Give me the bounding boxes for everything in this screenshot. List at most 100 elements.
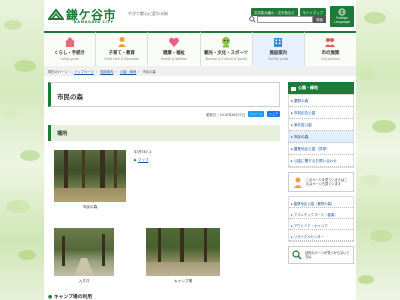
nav-label-en: City policies xyxy=(321,57,340,61)
related-item-label: アスレチックコース（健康） xyxy=(293,212,338,217)
globe-icon xyxy=(338,8,346,16)
page-meta: 更新日：2018年6月25日 ツイート シェア xyxy=(48,111,280,117)
utility-links: 文字拡大縮小・文字色など サイトマップ xyxy=(250,8,326,16)
sidebar-item-label: 市制記念公園 xyxy=(293,111,316,115)
photo-caption: キャンプ場 xyxy=(174,279,192,283)
sidebar-item[interactable]: ▸市制記念公園 xyxy=(289,107,353,119)
photo-caption: 入り口 xyxy=(78,279,90,283)
bullet-icon: ▸ xyxy=(291,223,293,228)
updated-date: 更新日：2018年6月25日 xyxy=(206,112,245,117)
breadcrumb-link-parks[interactable]: 公園・緑地 xyxy=(120,70,136,74)
bullet-icon: ▸ xyxy=(291,123,293,127)
breadcrumb-link-facility[interactable]: 施設案内 xyxy=(100,70,113,74)
person-icon xyxy=(294,177,302,188)
nav-label-en: Child care & Education xyxy=(104,57,140,61)
share-button[interactable]: シェア xyxy=(266,111,280,117)
entrance-photo xyxy=(54,228,114,276)
main-content: 市民の森 更新日：2018年6月25日 ツイート シェア 場所 市民の森 中沢7… xyxy=(48,82,280,300)
search-button[interactable]: 検索 xyxy=(313,16,326,23)
nav-label-en: Tourism & Culture & Sports xyxy=(205,57,248,61)
sidebar-item-label: 東初富公園 xyxy=(293,123,312,127)
heart-icon xyxy=(168,37,179,47)
breadcrumb-current: 市民の森 xyxy=(142,70,156,74)
page-not-found-link[interactable]: 目的のページが見つからないときは xyxy=(288,246,354,264)
child-icon xyxy=(117,37,126,47)
nav-tourism[interactable]: 観光・文化・スポーツ Tourism & Culture & Sports xyxy=(199,31,252,66)
bullet-icon: ▶ xyxy=(134,158,137,162)
sidebar-item-label: 粟野の森 xyxy=(293,99,309,103)
related-item-label: リサイクルセンター xyxy=(293,234,325,239)
background-foliage-left xyxy=(0,0,44,300)
text-size-button[interactable]: 文字拡大縮小・文字色など xyxy=(250,8,298,16)
bullet-icon: ▸ xyxy=(291,201,293,206)
related-item[interactable]: ▸アスレチックコース（健康） xyxy=(289,208,353,219)
search-bar: 検索 xyxy=(249,16,326,23)
related-item[interactable]: ▸アウトドア・キャンプ xyxy=(289,219,353,230)
sidebar-item-label: 農業地区公園（貝塚） xyxy=(293,147,330,151)
nav-living[interactable]: くらし・手続き Living guide xyxy=(44,31,96,66)
search-input[interactable] xyxy=(257,16,314,23)
nav-label: 市の施策 xyxy=(321,51,340,56)
nav-label-en: Facility guide xyxy=(268,57,289,61)
nav-childcare[interactable]: 子育て・教育 Child care & Education xyxy=(95,31,148,66)
sidebar-heading: 公園・緑地 xyxy=(288,82,354,94)
related-pages-box: このページを見ている人はこんなページも見ています xyxy=(288,172,354,192)
forest-photo xyxy=(54,150,126,202)
campsite-photo xyxy=(146,228,220,276)
nav-label: 健康・福祉 xyxy=(162,51,185,56)
sidebar-item[interactable]: ▸農業地区公園（貝塚） xyxy=(289,143,353,155)
breadcrumb-separator: › xyxy=(115,70,117,74)
nav-label: 施設案内 xyxy=(269,51,288,56)
nav-label: 観光・文化・スポーツ xyxy=(204,51,249,56)
sidebar-item-current[interactable]: ▸市民の森 xyxy=(289,131,353,143)
city-emblem-icon xyxy=(48,8,64,20)
sidebar-item[interactable]: ▸粟野の森 xyxy=(289,95,353,107)
location-content: 市民の森 中沢787-1 ▶マップ 入り口 キャンプ場 ● キャンプ場の利用 xyxy=(48,141,280,300)
nav-facility[interactable]: 施設案内 Facility guide xyxy=(251,31,304,66)
nav-health[interactable]: 健康・福祉 Health & Welfare xyxy=(147,31,200,66)
foreign-language-button[interactable]: Foreign Language xyxy=(330,6,354,27)
breadcrumb-current-label: 現在のページ xyxy=(48,70,68,74)
site-header: 鎌ケ谷市 KAMAGAYA CITY やがて都心に変わる街 文字拡大縮小・文字色… xyxy=(44,0,356,31)
page-title: 市民の森 xyxy=(48,82,280,107)
nav-label-en: Living guide xyxy=(60,57,79,61)
bullet-icon: ▸ xyxy=(291,147,293,151)
section-heading-camp: ● キャンプ場の利用 xyxy=(48,293,92,300)
nav-label-en: Health & Welfare xyxy=(160,57,188,61)
sitemap-button[interactable]: サイトマップ xyxy=(299,8,326,16)
nav-label: 子育て・教育 xyxy=(108,51,135,56)
bullet-icon: ▸ xyxy=(291,159,293,163)
sidebar-heading-label: 公園・緑地 xyxy=(298,85,318,90)
breadcrumb-link-top[interactable]: トップページ xyxy=(74,70,94,74)
nav-policy[interactable]: 市の施策 City policies xyxy=(303,31,357,66)
sidebar-item-label: 公園に関するお問い合わせ xyxy=(293,159,337,163)
nav-label: くらし・手続き xyxy=(54,51,85,56)
map-link[interactable]: ▶マップ xyxy=(134,158,149,163)
sidebar-item[interactable]: ▸東初富公園 xyxy=(289,119,353,131)
breadcrumb-separator: › xyxy=(95,70,98,74)
tweet-button[interactable]: ツイート xyxy=(247,111,264,117)
house-icon xyxy=(64,37,75,47)
sidebar-item[interactable]: ▸公園に関するお問い合わせ xyxy=(289,155,353,167)
site-logo[interactable]: 鎌ケ谷市 KAMAGAYA CITY xyxy=(48,6,126,26)
address-text: 中沢787-1 xyxy=(134,150,152,154)
bullet-icon: ▸ xyxy=(291,234,293,239)
people-icon xyxy=(325,38,336,47)
global-nav: くらし・手続き Living guide 子育て・教育 Child care &… xyxy=(44,31,357,66)
logo-english: KAMAGAYA CITY xyxy=(74,20,114,24)
related-item[interactable]: ▸リサイクルセンター xyxy=(289,230,353,241)
building-icon xyxy=(274,38,283,47)
bullet-icon: ▸ xyxy=(291,212,293,217)
search-icon xyxy=(249,16,256,23)
page-container: 鎌ケ谷市 KAMAGAYA CITY やがて都心に変わる街 文字拡大縮小・文字色… xyxy=(44,0,357,300)
bullet-icon: ▸ xyxy=(291,99,293,103)
site-tagline: やがて都心に変わる街 xyxy=(128,11,168,16)
breadcrumb-separator: › xyxy=(69,70,72,74)
sidebar: 公園・緑地 ▸粟野の森 ▸市制記念公園 ▸東初富公園 ▸市民の森 ▸農業地区公園… xyxy=(288,82,354,264)
bullet-icon: ▸ xyxy=(291,135,293,139)
leaf-icon: ● xyxy=(48,295,53,300)
related-pages-text: このページを見ている人はこんなページも見ています xyxy=(306,177,348,186)
folder-icon xyxy=(291,86,296,91)
breadcrumb-separator: › xyxy=(138,70,140,74)
related-item[interactable]: ▸農業地区公園（粟野の森） xyxy=(289,197,353,208)
